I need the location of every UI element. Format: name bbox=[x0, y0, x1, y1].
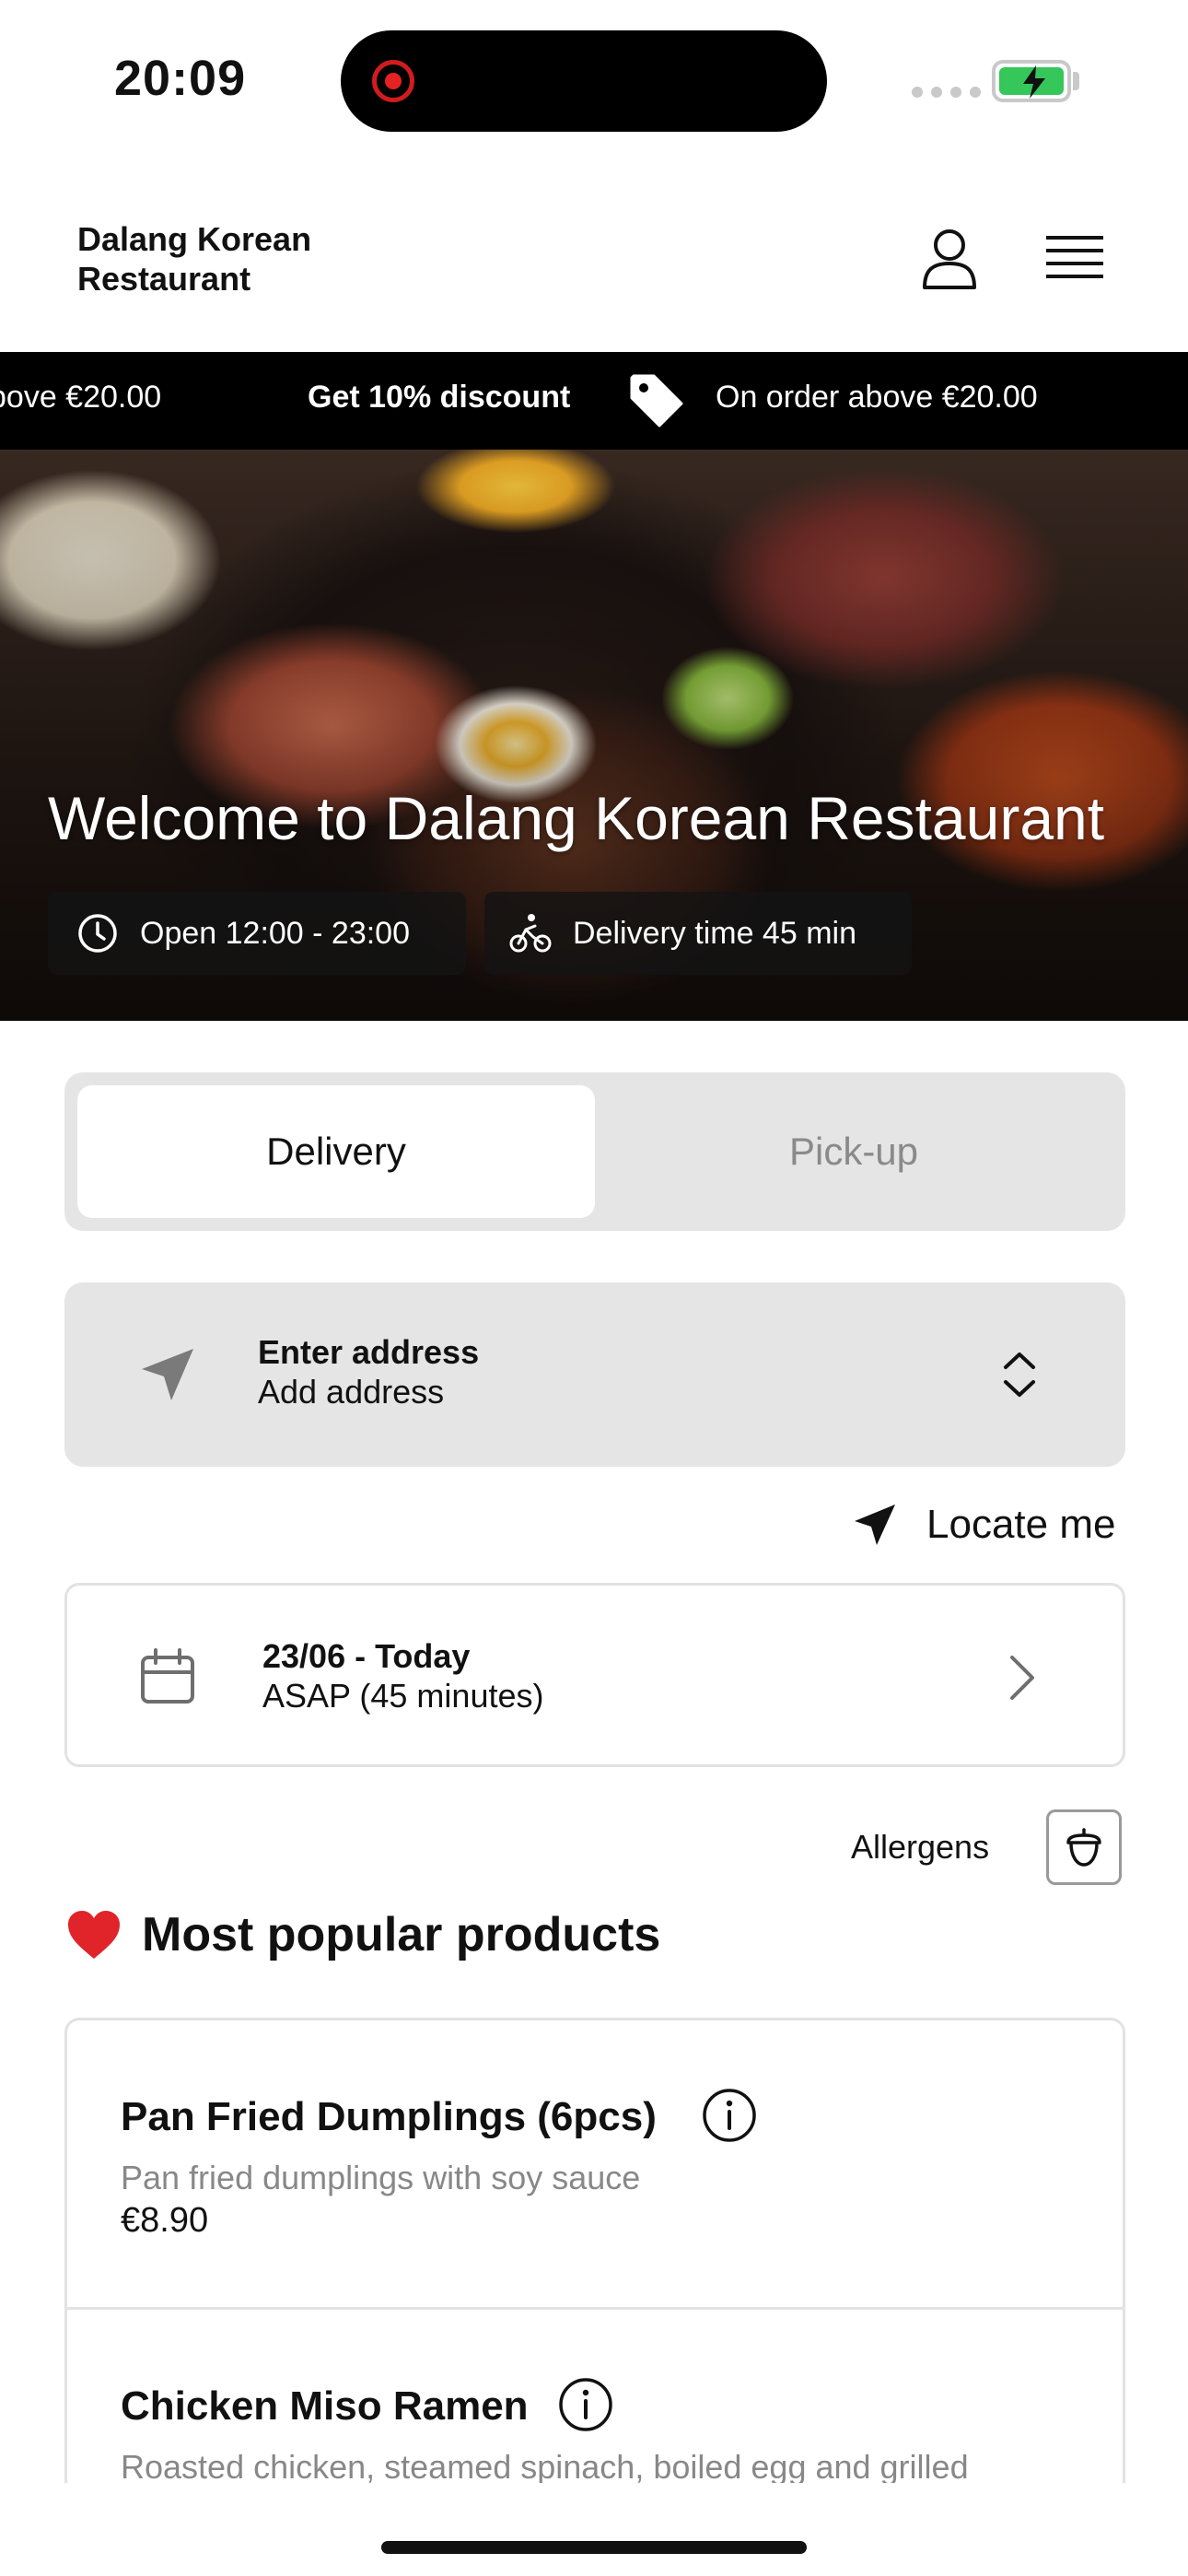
promo-condition: On order above €20.00 bbox=[716, 380, 1038, 415]
user-icon[interactable] bbox=[917, 227, 982, 291]
home-indicator[interactable] bbox=[381, 2541, 807, 2554]
chevron-right-icon bbox=[1010, 1656, 1034, 1700]
dynamic-island bbox=[341, 30, 827, 132]
popular-section-title: Most popular products bbox=[142, 1908, 661, 1961]
product-name: Pan Fried Dumplings (6pcs) bbox=[121, 2094, 657, 2139]
product-card[interactable]: Pan Fried Dumplings (6pcs) Pan fried dum… bbox=[67, 2020, 1123, 2310]
product-list: Pan Fried Dumplings (6pcs) Pan fried dum… bbox=[64, 2018, 1125, 2483]
locate-me-label: Locate me bbox=[926, 1502, 1116, 1547]
address-subtitle: Add address bbox=[258, 1373, 445, 1411]
opening-hours-chip: Open 12:00 - 23:00 bbox=[48, 892, 466, 975]
tag-icon bbox=[630, 374, 683, 427]
product-card[interactable]: Chicken Miso Ramen Roasted chicken, stea… bbox=[67, 2310, 1123, 2483]
menu-icon[interactable] bbox=[1042, 230, 1107, 289]
delivery-tab[interactable]: Delivery bbox=[77, 1085, 595, 1218]
clock-icon bbox=[78, 914, 117, 953]
allergens-label: Allergens bbox=[851, 1828, 990, 1866]
signal-icon bbox=[912, 87, 981, 98]
order-mode-toggle: Delivery Pick-up bbox=[64, 1072, 1125, 1231]
info-icon[interactable] bbox=[557, 2376, 614, 2433]
location-arrow-icon bbox=[855, 1505, 895, 1545]
calendar-icon bbox=[141, 1648, 194, 1704]
promo-banner: bove €20.00 Get 10% discount On order ab… bbox=[0, 352, 1188, 450]
schedule-date: 23/06 - Today bbox=[262, 1637, 471, 1675]
address-selector[interactable]: Enter address Add address bbox=[64, 1282, 1125, 1467]
status-bar: 20:09 bbox=[0, 0, 1188, 157]
allergens-button[interactable] bbox=[1046, 1809, 1122, 1885]
promo-discount: Get 10% discount bbox=[308, 380, 571, 415]
location-arrow-icon bbox=[142, 1349, 193, 1400]
battery-icon bbox=[992, 60, 1071, 102]
opening-hours-text: Open 12:00 - 23:00 bbox=[140, 915, 411, 951]
bicycle-courier-icon bbox=[509, 914, 552, 953]
heart-icon bbox=[68, 1911, 120, 1959]
status-time: 20:09 bbox=[114, 51, 247, 106]
restaurant-name[interactable]: Dalang Korean Restaurant bbox=[77, 219, 372, 299]
product-description: Roasted chicken, steamed spinach, boiled… bbox=[121, 2448, 969, 2483]
pickup-tab[interactable]: Pick-up bbox=[595, 1085, 1112, 1218]
popular-section-heading: Most popular products bbox=[64, 1907, 660, 1962]
product-price: €8.90 bbox=[121, 2201, 209, 2240]
site-header: Dalang Korean Restaurant bbox=[0, 203, 1188, 350]
recording-icon bbox=[372, 60, 414, 102]
address-title: Enter address bbox=[258, 1333, 480, 1371]
hero-banner: Welcome to Dalang Korean Restaurant Open… bbox=[0, 450, 1188, 1021]
schedule-time: ASAP (45 minutes) bbox=[262, 1677, 544, 1715]
promo-text-fragment: bove €20.00 bbox=[0, 380, 162, 415]
schedule-selector[interactable]: 23/06 - Today ASAP (45 minutes) bbox=[64, 1583, 1125, 1767]
acorn-icon bbox=[1066, 1828, 1101, 1867]
product-description: Pan fried dumplings with soy sauce bbox=[121, 2159, 641, 2196]
hero-title: Welcome to Dalang Korean Restaurant bbox=[48, 784, 1105, 852]
delivery-time-chip: Delivery time 45 min bbox=[484, 892, 912, 975]
product-name: Chicken Miso Ramen bbox=[121, 2383, 529, 2429]
locate-me-button[interactable]: Locate me bbox=[851, 1493, 1127, 1557]
chevron-up-down-icon bbox=[1004, 1352, 1035, 1397]
info-icon[interactable] bbox=[701, 2087, 758, 2144]
delivery-time-text: Delivery time 45 min bbox=[573, 915, 856, 951]
battery-cap bbox=[1073, 72, 1079, 90]
